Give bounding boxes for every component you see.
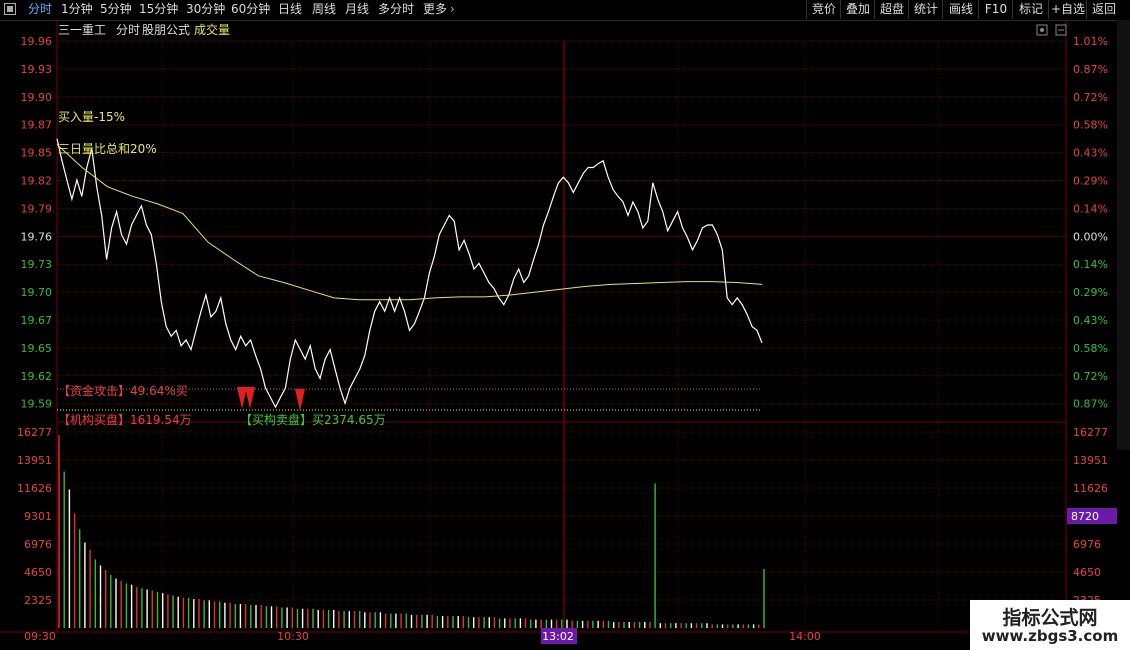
- watermark-title: 指标公式网: [1002, 607, 1098, 629]
- price-tick-right: 0.43%: [1073, 147, 1108, 160]
- time-tick: 09:30: [24, 630, 56, 643]
- average-price-line: [56, 144, 763, 301]
- volume-tick-left: 6976: [24, 538, 52, 551]
- settings-dot: [1040, 28, 1044, 32]
- price-tick-left: 19.96: [21, 35, 53, 48]
- price-tick-left: 19.87: [21, 119, 53, 132]
- time-tick: 14:00: [789, 630, 821, 643]
- buy-signal-marker: [295, 389, 305, 411]
- volume-tick-right: 13951: [1073, 454, 1108, 467]
- volume-tick-left: 2325: [24, 594, 52, 607]
- price-tick-left: 19.73: [21, 258, 53, 271]
- volume-tick-left: 9301: [24, 510, 52, 523]
- price-tick-right: 0.29%: [1073, 175, 1108, 188]
- volume-tick-right: 8720: [1071, 510, 1099, 523]
- volume-tick-right: 6976: [1073, 538, 1101, 551]
- price-tick-left: 19.85: [21, 147, 53, 160]
- right-side-strip: [1117, 20, 1130, 450]
- chart-grid: [0, 20, 1117, 633]
- volume-tick-right: 11626: [1073, 482, 1108, 495]
- price-tick-right: 0.00%: [1073, 230, 1108, 243]
- price-tick-left: 19.59: [21, 398, 53, 411]
- price-tick-left: 19.82: [21, 175, 53, 188]
- volume-tick-right: 16277: [1073, 426, 1108, 439]
- institution-buy-label: 【机构买盘】1619.54万: [58, 412, 192, 427]
- price-tick-right: 0.43%: [1073, 314, 1108, 327]
- price-tick-right: 0.14%: [1073, 202, 1108, 215]
- panel-controls[interactable]: [1036, 24, 1070, 36]
- price-tick-right: 0.58%: [1073, 119, 1108, 132]
- chart-axes: 19.96 19.93 19.90 19.87 19.85 19.82 19.79 19.76…: [17, 35, 1117, 644]
- time-tick: 13:02: [542, 630, 574, 643]
- price-lines: [56, 138, 763, 409]
- price-tick-right: 1.01%: [1073, 35, 1108, 48]
- buy-volume-label: 买入量-15%: [58, 110, 125, 124]
- price-tick-left: 19.90: [21, 91, 53, 104]
- volume-tick-left: 4650: [24, 566, 52, 579]
- intraday-chart[interactable]: 19.96 19.93 19.90 19.87 19.85 19.82 19.79 19.76…: [0, 0, 1130, 650]
- capital-attack-label: 【资金攻击】49.64%买: [58, 383, 188, 398]
- volume-tick-left: 16277: [17, 426, 52, 439]
- time-tick: 10:30: [277, 630, 309, 643]
- price-tick-left: 19.67: [21, 314, 53, 327]
- volume-bars: [58, 435, 765, 628]
- volume-tick-left: 11626: [17, 482, 52, 495]
- price-tick-left: 19.79: [21, 202, 53, 215]
- institution-sell-label: 【买构卖盘】买2374.65万: [240, 412, 386, 427]
- price-tick-right: 0.87%: [1073, 63, 1108, 76]
- price-tick-left: 19.76: [21, 230, 53, 243]
- price-tick-left: 19.65: [21, 342, 53, 355]
- annotations: 买入量-15% 三日量比总和20% 【资金攻击】49.64%买【机构买盘】1619.…: [57, 110, 762, 427]
- price-tick-left: 19.93: [21, 63, 53, 76]
- price-tick-right: 0.72%: [1073, 91, 1108, 104]
- price-tick-right: 0.29%: [1073, 286, 1108, 299]
- buy-signal-marker: [245, 387, 255, 409]
- price-tick-right: 0.87%: [1073, 398, 1108, 411]
- price-tick-left: 19.70: [21, 286, 53, 299]
- price-tick-left: 19.62: [21, 370, 53, 383]
- watermark-url: www.zbgs3.com: [981, 627, 1119, 645]
- site-watermark: 指标公式网 www.zbgs3.com: [970, 600, 1130, 650]
- three-day-volume-label: 三日量比总和20%: [58, 142, 157, 156]
- volume-tick-left: 13951: [17, 454, 52, 467]
- buy-signal-marker: [237, 387, 247, 409]
- price-tick-right: 0.58%: [1073, 342, 1108, 355]
- price-tick-right: 0.14%: [1073, 258, 1108, 271]
- price-line: [56, 138, 763, 409]
- volume-tick-right: 4650: [1073, 566, 1101, 579]
- price-tick-right: 0.72%: [1073, 370, 1108, 383]
